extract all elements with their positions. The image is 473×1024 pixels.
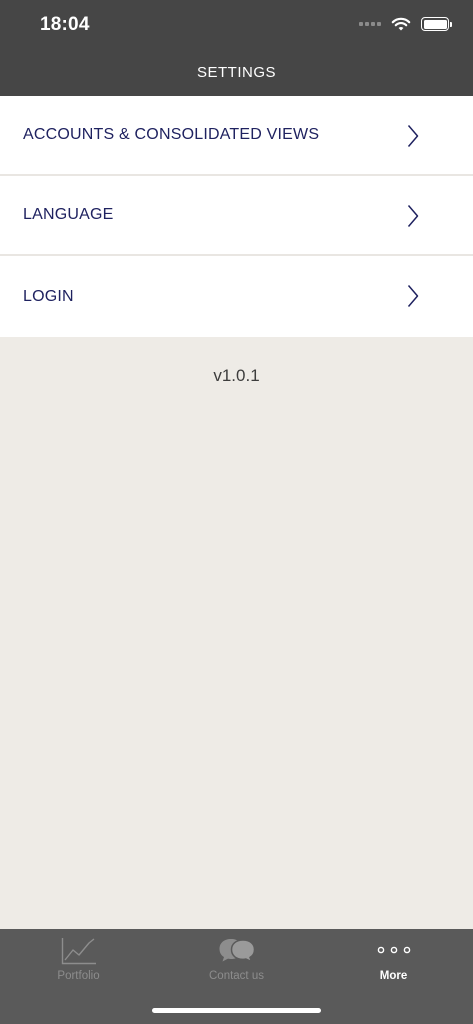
settings-item-login[interactable]: LOGIN bbox=[0, 256, 473, 337]
page-title: SETTINGS bbox=[196, 64, 276, 81]
wifi-icon bbox=[391, 17, 411, 31]
settings-item-label: ACCOUNTS & CONSOLIDATED VIEWS bbox=[23, 126, 320, 143]
chevron-right-icon bbox=[407, 205, 419, 227]
header: 18:04 SETTINGS bbox=[0, 0, 473, 96]
settings-list: ACCOUNTS & CONSOLIDATED VIEWS LANGUAGE L… bbox=[0, 96, 473, 337]
tab-portfolio[interactable]: Portfolio bbox=[0, 929, 157, 989]
tab-label: Contact us bbox=[209, 970, 264, 982]
settings-item-label: LOGIN bbox=[23, 287, 74, 305]
settings-item-accounts[interactable]: ACCOUNTS & CONSOLIDATED VIEWS bbox=[0, 96, 473, 176]
settings-item-label: LANGUAGE bbox=[23, 206, 114, 223]
settings-item-language[interactable]: LANGUAGE bbox=[0, 176, 473, 256]
status-icons bbox=[359, 16, 452, 32]
version-label: v1.0.1 bbox=[213, 366, 260, 385]
settings-screen: 18:04 SETTINGS ACCOUNTS & CONSOLIDATED V… bbox=[0, 0, 473, 1024]
tab-label: Portfolio bbox=[57, 970, 100, 982]
chevron-right-icon bbox=[407, 125, 419, 147]
home-indicator[interactable] bbox=[152, 1008, 321, 1013]
battery-icon bbox=[421, 17, 452, 31]
line-chart-icon bbox=[61, 938, 96, 965]
tab-label: More bbox=[379, 970, 408, 982]
tab-more[interactable]: More bbox=[315, 929, 472, 989]
status-time: 18:04 bbox=[40, 14, 90, 35]
chevron-right-icon bbox=[407, 285, 419, 307]
signal-icon bbox=[359, 22, 381, 26]
more-dots-icon bbox=[377, 946, 410, 954]
tab-contact-us[interactable]: Contact us bbox=[158, 929, 315, 989]
chat-bubbles-icon bbox=[219, 939, 255, 963]
